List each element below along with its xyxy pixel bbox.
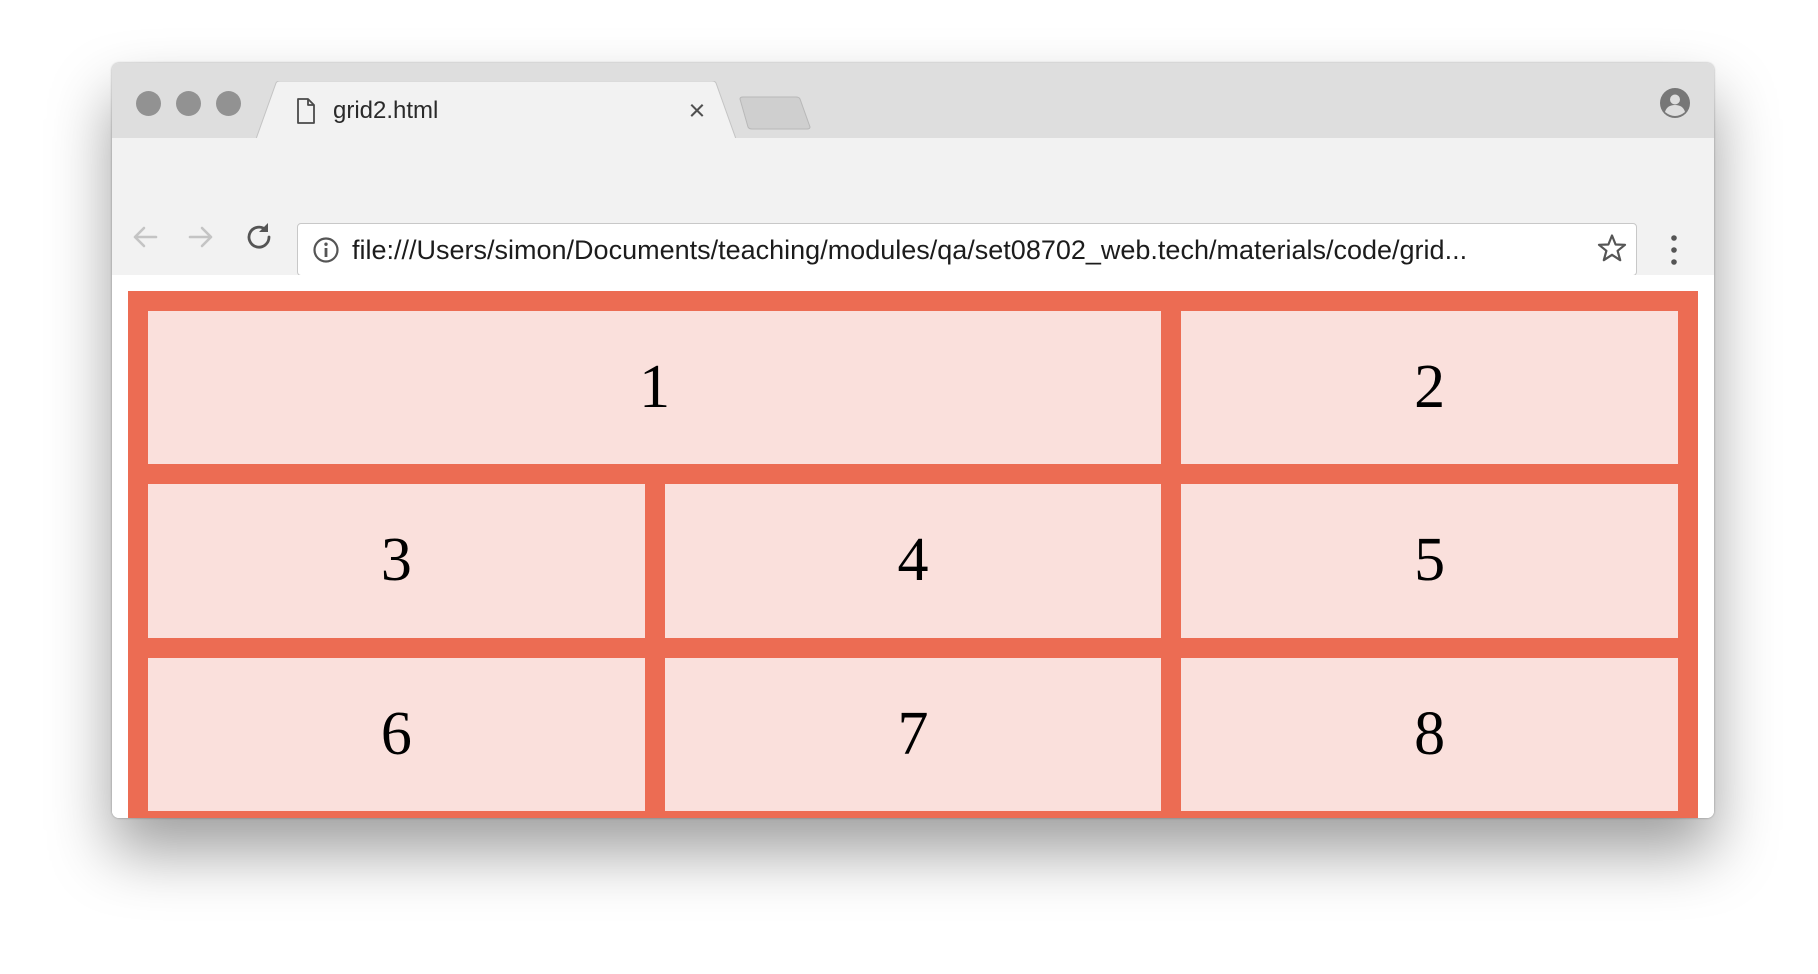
grid-item-5: 5 <box>1181 484 1678 638</box>
minimize-window-button[interactable] <box>176 91 201 116</box>
info-icon[interactable] <box>312 236 340 264</box>
tab-strip: grid2.html × <box>112 63 1714 139</box>
tab-title: grid2.html <box>333 97 439 124</box>
grid-item-1: 1 <box>148 311 1162 465</box>
bookmark-star-icon[interactable] <box>1595 232 1629 266</box>
active-tab[interactable] <box>256 81 736 139</box>
grid-item-7: 7 <box>664 657 1162 811</box>
menu-kebab-icon[interactable] <box>1668 234 1680 266</box>
grid-item-3: 3 <box>148 484 645 638</box>
grid-item-2: 2 <box>1181 311 1678 465</box>
address-bar-url[interactable]: file:///Users/simon/Documents/teaching/m… <box>352 234 1592 266</box>
grid-item-8: 8 <box>1181 657 1678 811</box>
grid-item-4: 4 <box>664 484 1162 638</box>
browser-window: grid2.html × file:///Users/simon/Documen <box>112 63 1714 818</box>
back-arrow-icon[interactable] <box>128 220 162 254</box>
page-content: 1 2 3 4 5 6 7 8 <box>112 275 1714 818</box>
reload-icon[interactable] <box>242 220 276 254</box>
grid-container: 1 2 3 4 5 6 7 8 <box>128 291 1698 818</box>
zoom-window-button[interactable] <box>216 91 241 116</box>
forward-arrow-icon[interactable] <box>184 220 218 254</box>
close-window-button[interactable] <box>136 91 161 116</box>
tab-close-icon[interactable]: × <box>683 97 711 126</box>
new-tab-button[interactable] <box>736 95 812 131</box>
file-icon <box>297 98 315 124</box>
page: { "browser": { "tab": { "title": "grid2.… <box>0 0 1818 974</box>
profile-icon[interactable] <box>1659 87 1691 119</box>
browser-toolbar: file:///Users/simon/Documents/teaching/m… <box>112 138 1714 276</box>
grid-item-6: 6 <box>148 657 645 811</box>
